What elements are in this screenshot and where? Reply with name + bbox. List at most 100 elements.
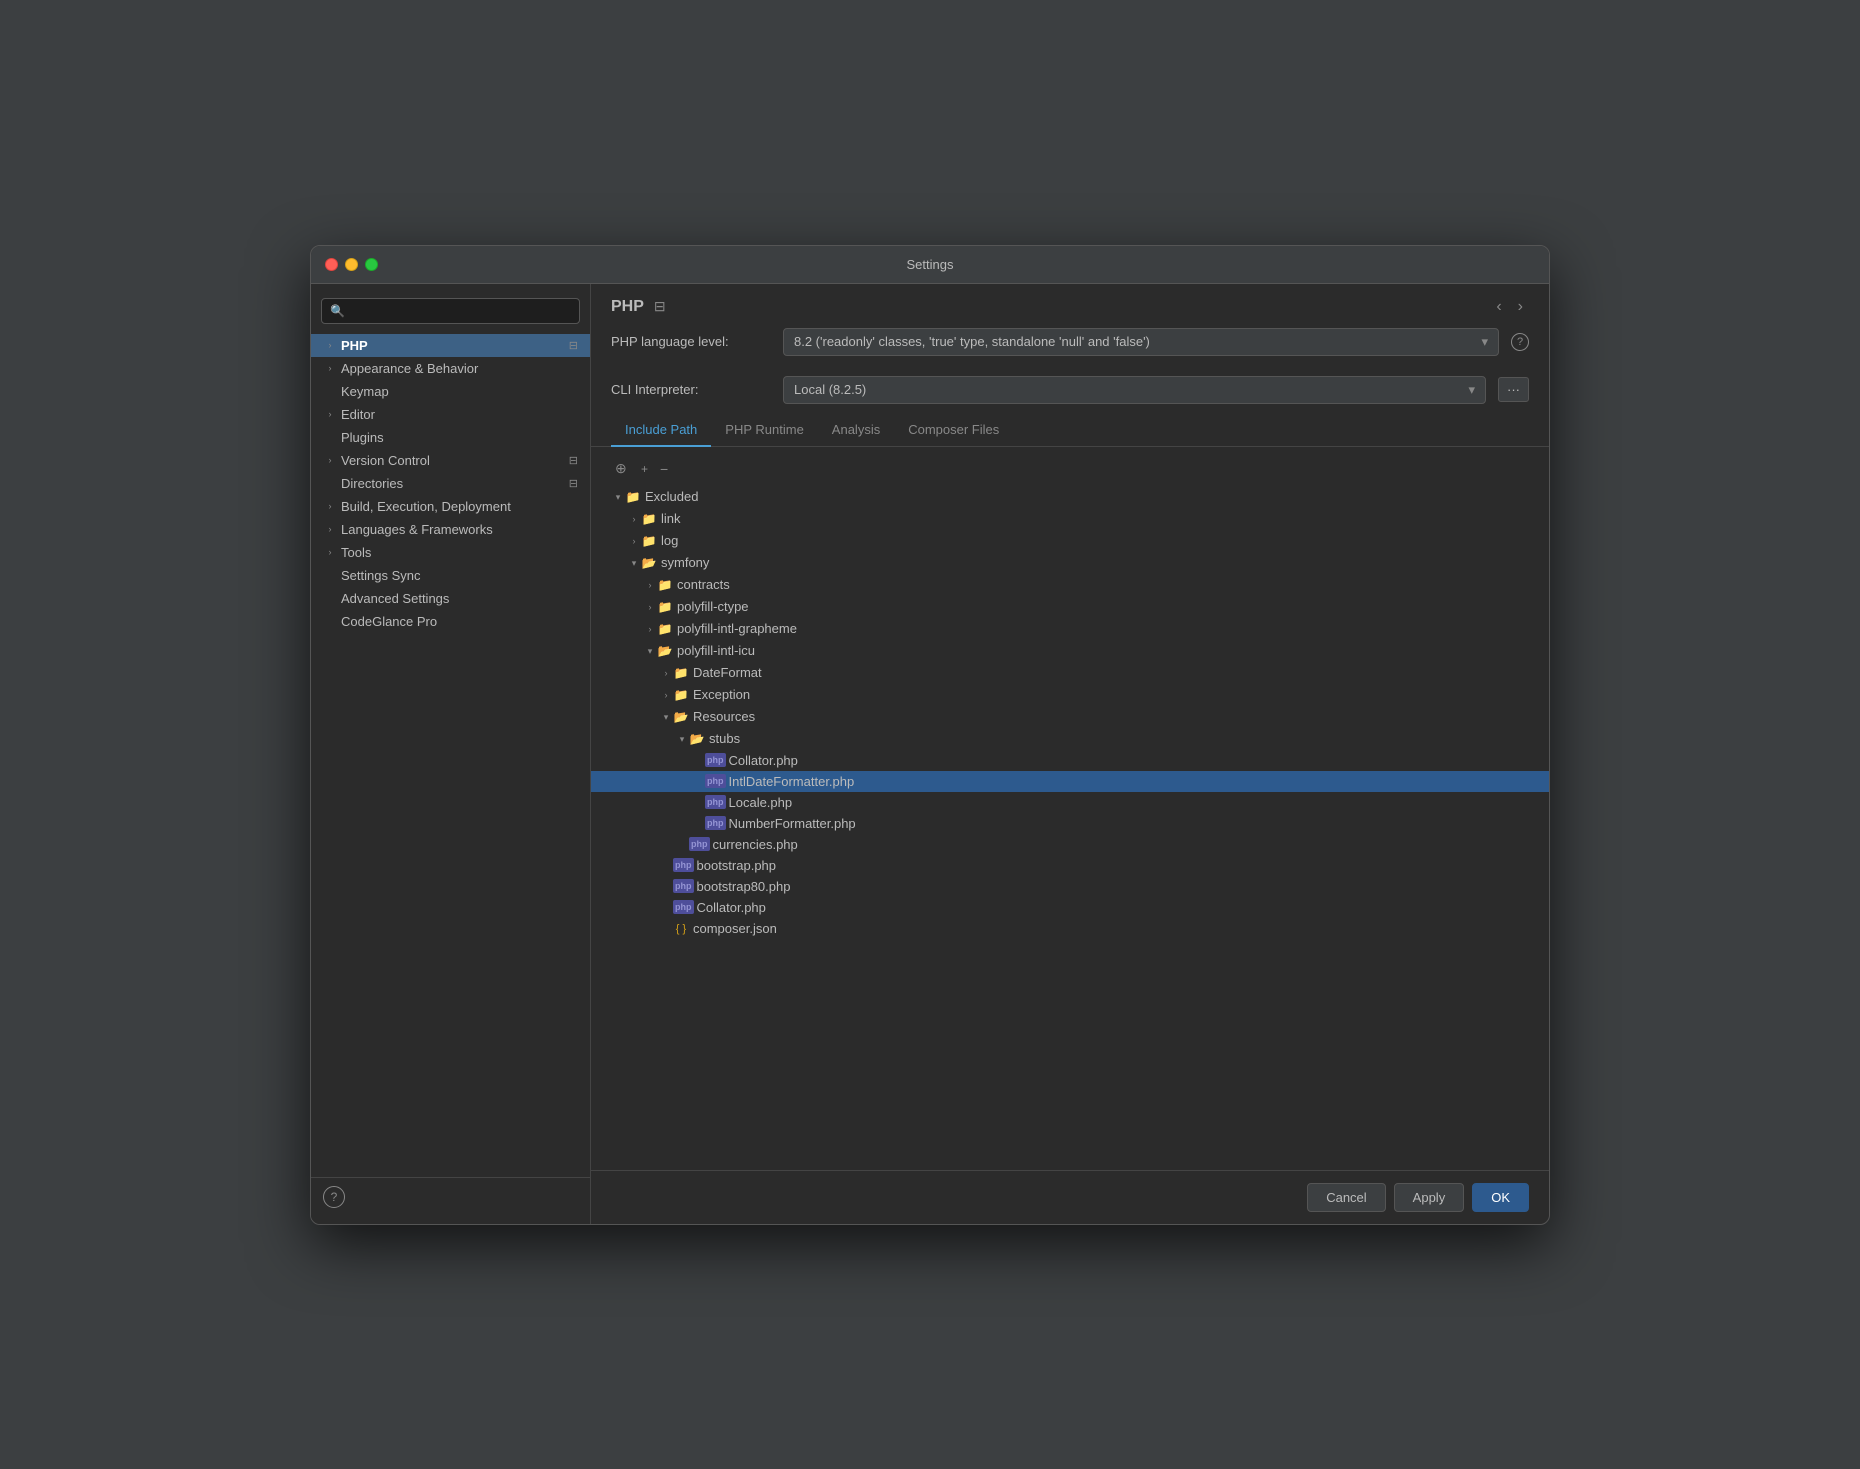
language-level-dropdown[interactable]: 8.2 ('readonly' classes, 'true' type, st… [783,328,1499,356]
curr-spacer [675,837,689,851]
collator2-php-badge: php [673,900,694,914]
tree-add-subfolder-button[interactable]: + [637,460,652,478]
sidebar-item-directories[interactable]: Directories ⊟ [311,472,590,495]
back-button[interactable]: ‹ [1490,296,1507,318]
sidebar-item-label: Appearance & Behavior [341,361,478,376]
tree-item-collator2-php[interactable]: php Collator.php [591,897,1549,918]
stubs-toggle-icon: ▾ [675,732,689,746]
traffic-lights [325,258,378,271]
tree-item-exception[interactable]: › 📁 Exception [591,684,1549,706]
sidebar-item-keymap[interactable]: Keymap [311,380,590,403]
tree-item-currencies[interactable]: php currencies.php [591,834,1549,855]
contracts-folder-icon: 📁 [657,577,673,593]
nf-spacer [691,816,705,830]
forward-button[interactable]: › [1512,296,1529,318]
main-layout: 🔍 › PHP ⊟ › Appearance & Behavior Keymap [311,284,1549,1224]
sidebar-item-build[interactable]: › Build, Execution, Deployment [311,495,590,518]
tree-item-polyfill-intl-icu[interactable]: ▾ 📂 polyfill-intl-icu [591,640,1549,662]
minimize-button[interactable] [345,258,358,271]
sidebar-item-label: Build, Execution, Deployment [341,499,511,514]
sidebar-item-settings-sync[interactable]: Settings Sync [311,564,590,587]
apply-button[interactable]: Apply [1394,1183,1465,1212]
polyfill-ctype-toggle-icon: › [643,600,657,614]
keymap-spacer [323,384,337,398]
tree-item-collator-php[interactable]: php Collator.php [591,750,1549,771]
sidebar-item-version-control[interactable]: › Version Control ⊟ [311,449,590,472]
tree-item-intldateformatter[interactable]: php IntlDateFormatter.php [591,771,1549,792]
tree-item-bootstrap-php[interactable]: php bootstrap.php [591,855,1549,876]
tree-item-excluded[interactable]: ▾ 📁 Excluded [591,486,1549,508]
excluded-toggle-icon: ▾ [611,490,625,504]
tree-remove-button[interactable]: − [656,459,672,479]
tree-item-composer-json[interactable]: { } composer.json [591,918,1549,940]
tree-item-locale-php[interactable]: php Locale.php [591,792,1549,813]
tree-item-numberformatter[interactable]: php NumberFormatter.php [591,813,1549,834]
cancel-button[interactable]: Cancel [1307,1183,1385,1212]
page-title-icon: ⊟ [654,298,666,315]
tree-item-log[interactable]: › 📁 log [591,530,1549,552]
collator-php-badge: php [705,753,726,767]
sidebar-item-editor[interactable]: › Editor [311,403,590,426]
maximize-button[interactable] [365,258,378,271]
tree-add-button[interactable]: ⊕ [611,459,633,480]
sidebar-item-appearance[interactable]: › Appearance & Behavior [311,357,590,380]
tab-php-runtime[interactable]: PHP Runtime [711,414,818,447]
tree-item-resources[interactable]: ▾ 📂 Resources [591,706,1549,728]
tree-item-label: log [661,533,678,548]
language-level-row: PHP language level: 8.2 ('readonly' clas… [591,318,1549,366]
cli-edit-button[interactable]: ··· [1498,377,1529,402]
tree-item-symfony[interactable]: ▾ 📂 symfony [591,552,1549,574]
tab-analysis[interactable]: Analysis [818,414,894,447]
log-folder-icon: 📁 [641,533,657,549]
sync-spacer [323,568,337,582]
bootstrap-spacer [659,858,673,872]
sidebar-item-label: PHP [341,338,368,353]
tree-item-dateformat[interactable]: › 📁 DateFormat [591,662,1549,684]
composer-json-icon: { } [673,921,689,937]
language-level-value: 8.2 ('readonly' classes, 'true' type, st… [794,334,1150,349]
sidebar-item-label: Tools [341,545,371,560]
tree-item-label: symfony [661,555,709,570]
plugins-spacer [323,430,337,444]
dropdown-arrow-icon: ▾ [1481,334,1488,350]
sidebar-item-plugins[interactable]: Plugins [311,426,590,449]
tree-item-stubs[interactable]: ▾ 📂 stubs [591,728,1549,750]
ok-button[interactable]: OK [1472,1183,1529,1212]
php-collapse-icon: ⊟ [569,339,578,352]
link-folder-icon: 📁 [641,511,657,527]
sidebar-item-languages[interactable]: › Languages & Frameworks [311,518,590,541]
symfony-folder-icon: 📂 [641,555,657,571]
pig-folder-icon: 📁 [657,621,673,637]
language-help-button[interactable]: ? [1511,333,1529,351]
sidebar-item-tools[interactable]: › Tools [311,541,590,564]
bootstrap80-php-badge: php [673,879,694,893]
sidebar: 🔍 › PHP ⊟ › Appearance & Behavior Keymap [311,284,591,1224]
sidebar-item-codeglance[interactable]: CodeGlance Pro [311,610,590,633]
locale-php-badge: php [705,795,726,809]
tree-item-link[interactable]: › 📁 link [591,508,1549,530]
tree-item-polyfill-intl-grapheme[interactable]: › 📁 polyfill-intl-grapheme [591,618,1549,640]
tree-item-label: Exception [693,687,750,702]
tab-include-path[interactable]: Include Path [611,414,711,447]
tree-item-label: Collator.php [697,900,766,915]
tree-item-polyfill-ctype[interactable]: › 📁 polyfill-ctype [591,596,1549,618]
locale-spacer [691,795,705,809]
build-arrow-icon: › [323,499,337,513]
tree-item-label: link [661,511,681,526]
search-input[interactable] [351,304,571,318]
search-box[interactable]: 🔍 [321,298,580,324]
df-folder-icon: 📁 [673,665,689,681]
tree-item-contracts[interactable]: › 📁 contracts [591,574,1549,596]
sidebar-item-php[interactable]: › PHP ⊟ [311,334,590,357]
help-button[interactable]: ? [323,1186,345,1208]
tree-item-bootstrap80-php[interactable]: php bootstrap80.php [591,876,1549,897]
tab-composer-files[interactable]: Composer Files [894,414,1013,447]
intl-spacer [691,774,705,788]
sidebar-item-label: Plugins [341,430,384,445]
nf-php-badge: php [705,816,726,830]
polyfill-ctype-folder-icon: 📁 [657,599,673,615]
close-button[interactable] [325,258,338,271]
cli-interpreter-dropdown[interactable]: Local (8.2.5) ▾ [783,376,1486,404]
sidebar-item-advanced[interactable]: Advanced Settings [311,587,590,610]
cg-spacer [323,614,337,628]
